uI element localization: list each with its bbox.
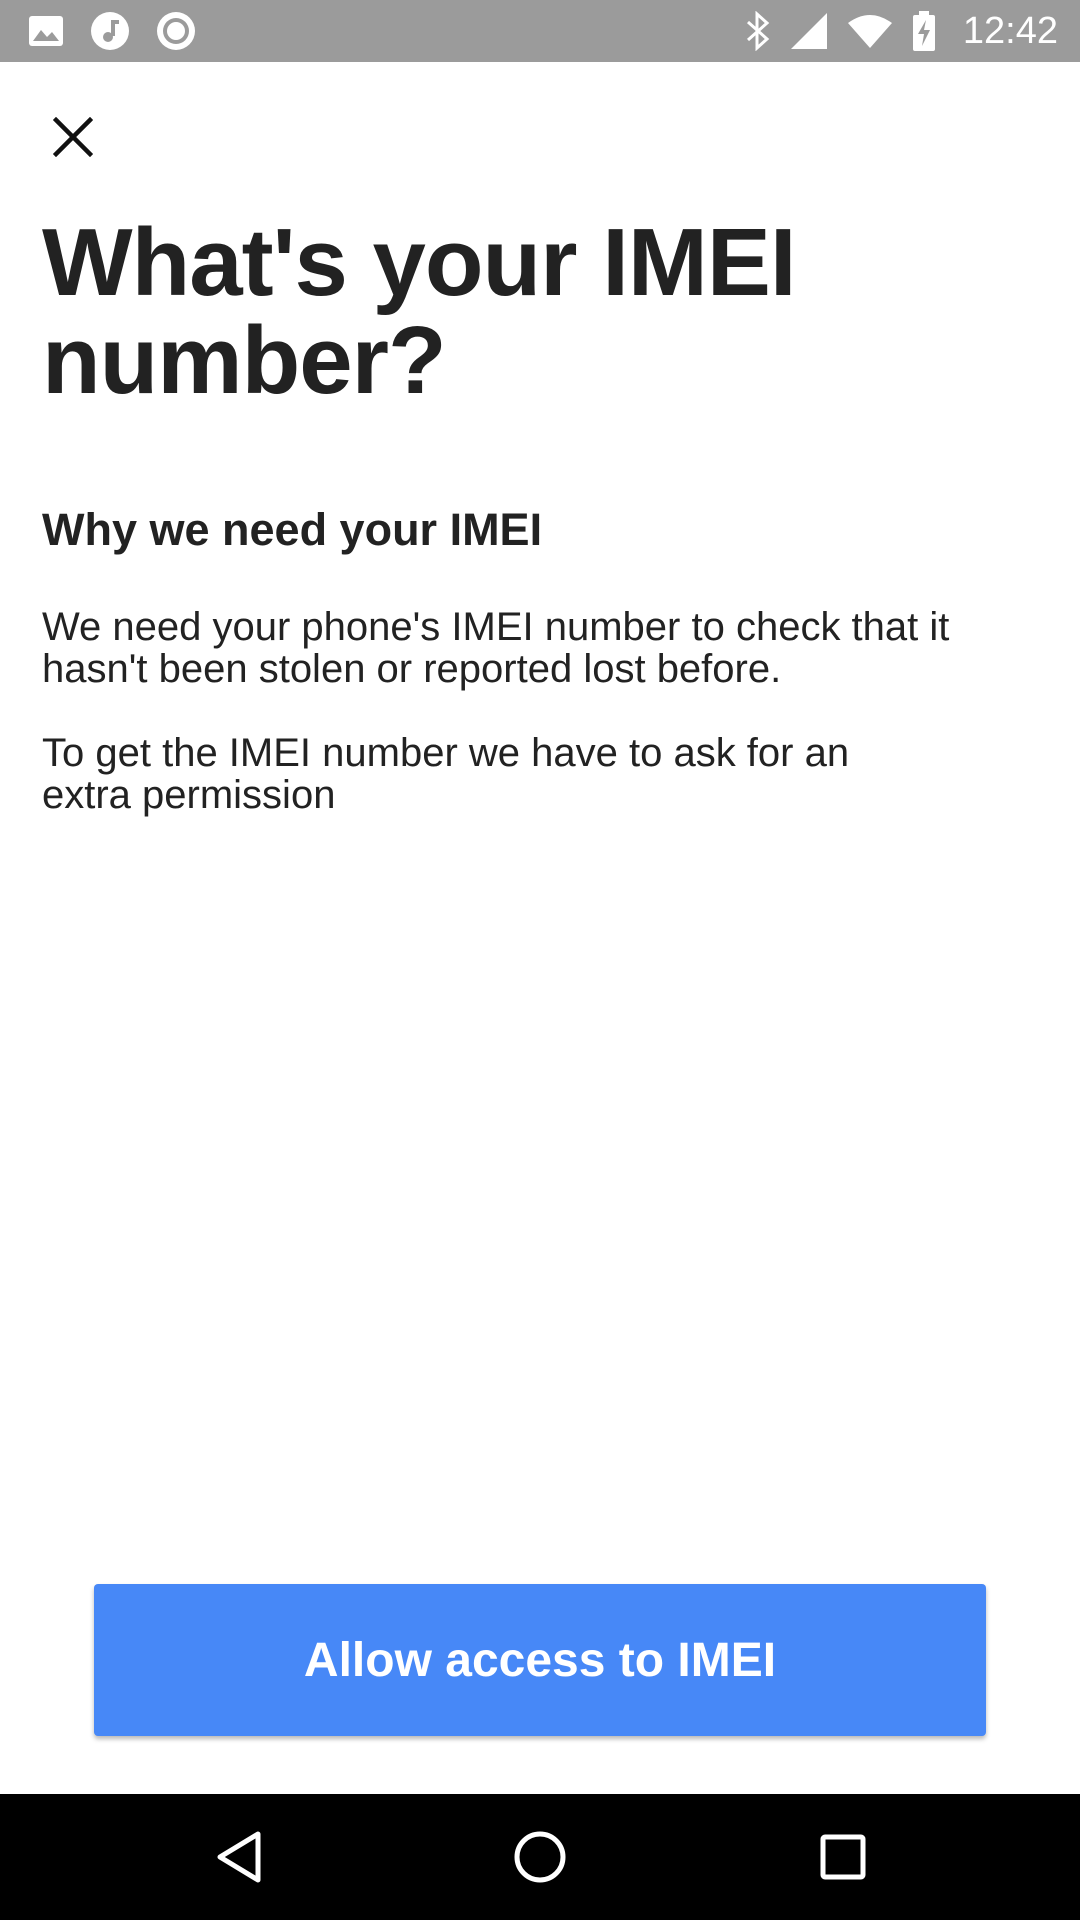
wifi-icon <box>847 15 892 48</box>
home-button[interactable] <box>477 1794 603 1920</box>
allow-access-button[interactable]: Allow access to IMEI <box>94 1584 986 1736</box>
notification-icons <box>28 0 196 62</box>
navigation-bar <box>0 1794 1080 1920</box>
music-icon <box>91 12 129 50</box>
status-time: 12:42 <box>962 9 1058 52</box>
close-button[interactable] <box>36 100 110 174</box>
record-icon <box>157 12 195 50</box>
home-icon <box>514 1831 566 1883</box>
bluetooth-icon <box>746 11 770 51</box>
back-button[interactable] <box>176 1794 302 1920</box>
image-icon <box>29 16 63 46</box>
recents-button[interactable] <box>780 1794 906 1920</box>
recents-icon <box>820 1834 866 1880</box>
explanation-paragraph: We need your phone's IMEI number to chec… <box>42 605 950 691</box>
battery-charging-icon <box>912 11 935 51</box>
cell-signal-icon <box>790 13 827 49</box>
page-title: What's your IMEI number? <box>42 209 797 414</box>
status-bar: 12:42 <box>0 0 1080 62</box>
back-icon <box>217 1831 261 1883</box>
system-status-icons: 12:42 <box>745 0 1058 62</box>
close-icon <box>53 117 93 157</box>
section-heading: Why we need your IMEI <box>42 504 543 555</box>
screen: 12:42 What's your IMEI number? Why we ne… <box>0 0 1080 1920</box>
permission-paragraph: To get the IMEI number we have to ask fo… <box>42 731 850 817</box>
